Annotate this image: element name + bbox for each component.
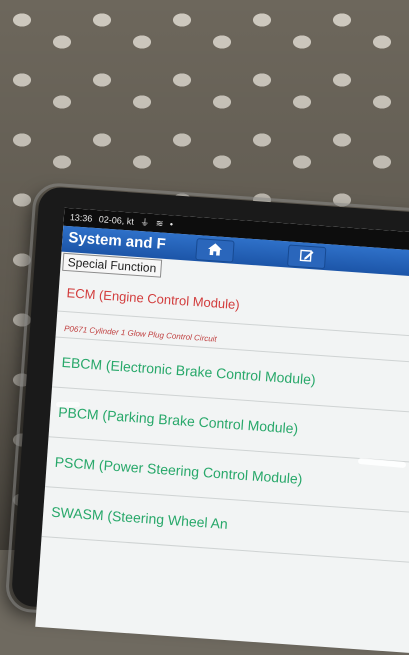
list-item-label: PSCM (Power Steering Control Module) (54, 453, 303, 487)
tablet-screen: 13:36 02-06, kt ⏚ ≋ • System and F Speci… (35, 207, 409, 655)
bezel-glare (56, 402, 80, 407)
module-list: ECM (Engine Control Module) P0671 Cylind… (41, 271, 409, 565)
list-item-label: ECM (Engine Control Module) (66, 285, 241, 313)
list-item-label: PBCM (Parking Brake Control Module) (57, 403, 299, 437)
page-title: System and F (67, 229, 167, 253)
status-date: 02-06, kt (98, 214, 135, 227)
signal-icon: • (169, 219, 174, 230)
tablet-device: 13:36 02-06, kt ⏚ ≋ • System and F Speci… (4, 181, 409, 655)
usb-icon: ⏚ (139, 217, 150, 228)
home-icon (208, 243, 222, 256)
edit-button[interactable] (286, 244, 327, 270)
list-item-label: SWASM (Steering Wheel An (50, 503, 229, 532)
list-item-label: EBCM (Electronic Brake Control Module) (61, 353, 317, 388)
edit-icon (299, 249, 314, 262)
wifi-icon: ≋ (155, 218, 164, 229)
home-button[interactable] (195, 238, 235, 263)
status-time: 13:36 (69, 212, 93, 224)
